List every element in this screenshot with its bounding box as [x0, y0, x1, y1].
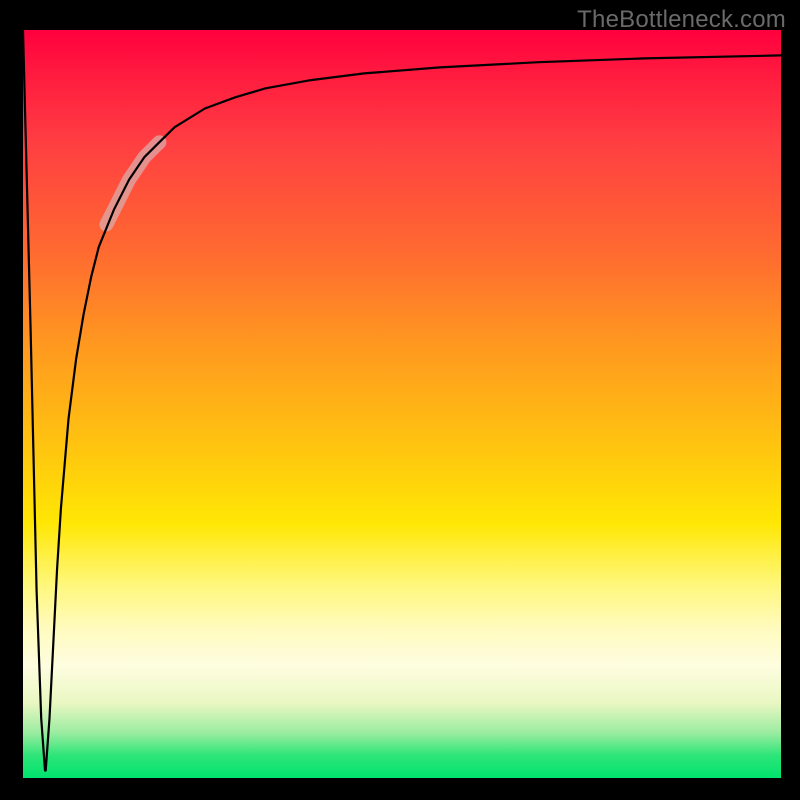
- watermark-text: TheBottleneck.com: [577, 6, 786, 34]
- curve-highlight: [106, 142, 159, 224]
- bottleneck-curve: [23, 30, 781, 771]
- chart-frame: TheBottleneck.com: [0, 0, 800, 800]
- curve-layer: [23, 30, 781, 778]
- plot-area: [23, 30, 781, 778]
